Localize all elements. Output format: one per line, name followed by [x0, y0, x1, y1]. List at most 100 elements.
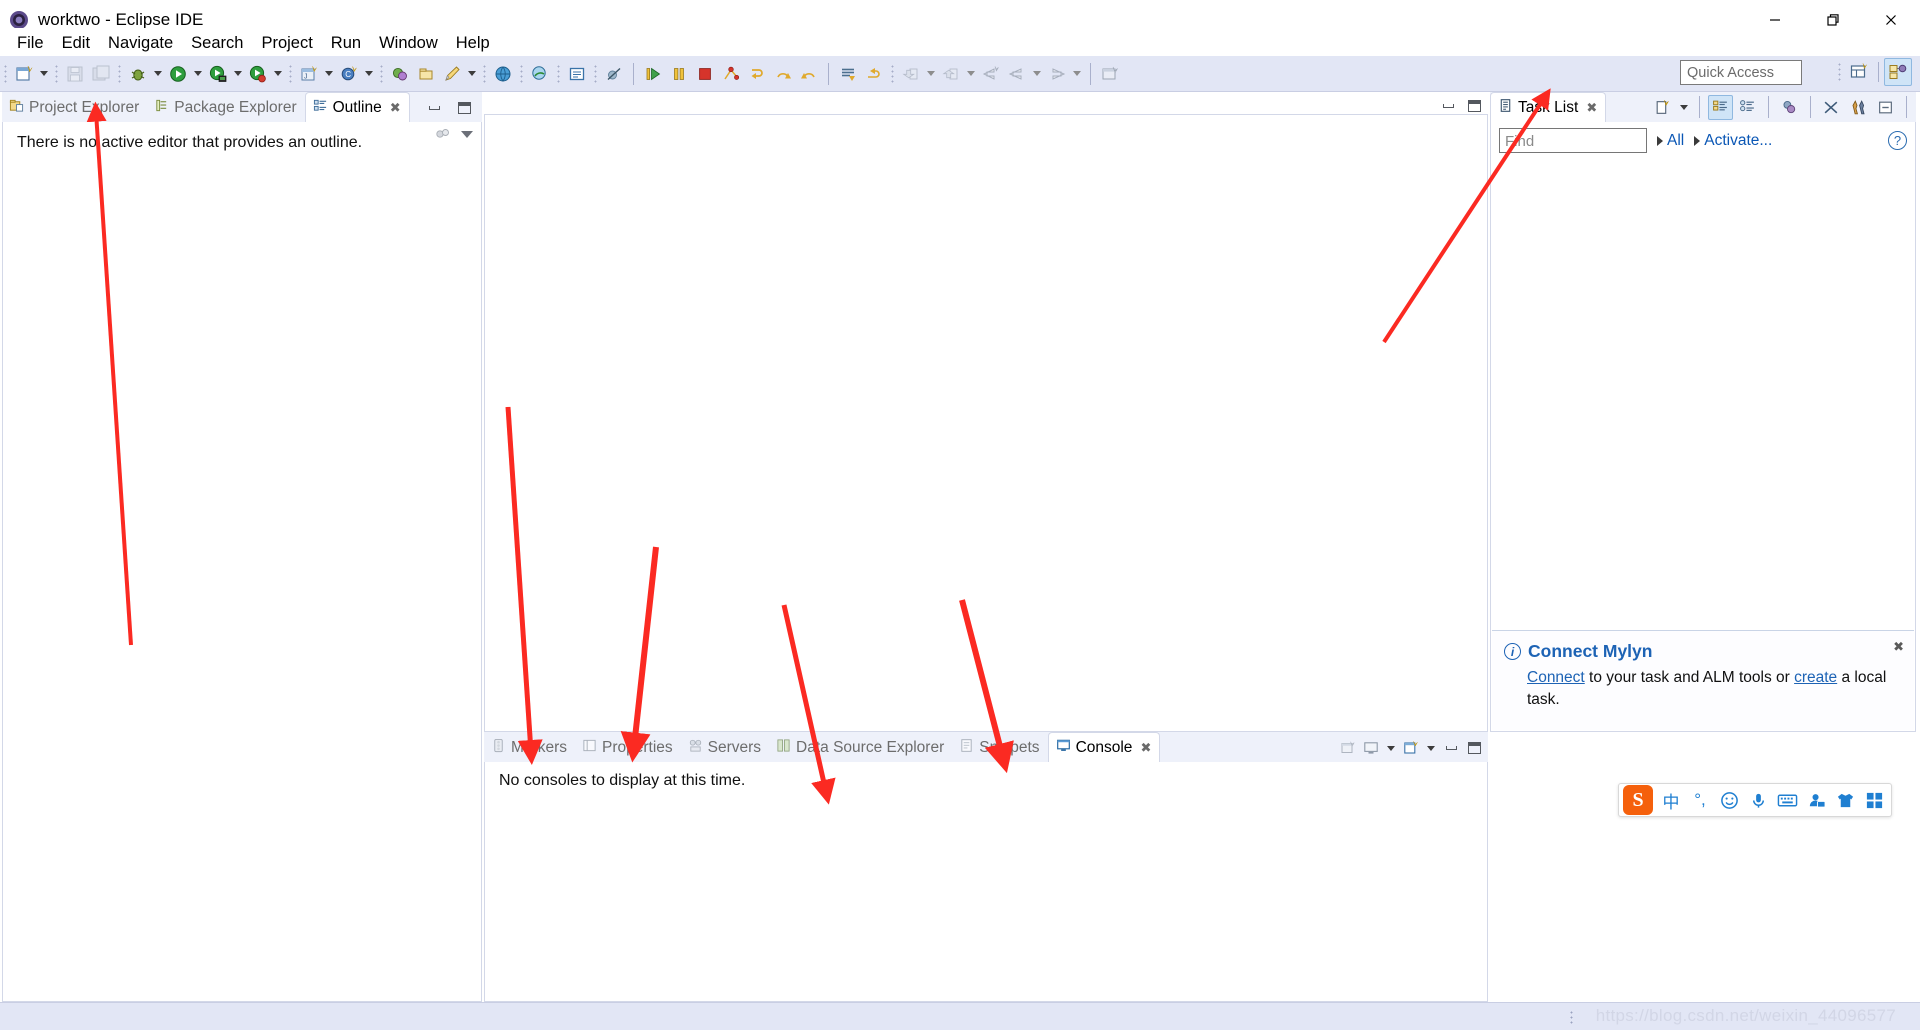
menu-run[interactable]: Run [322, 31, 370, 56]
run-coverage-button[interactable] [245, 61, 271, 87]
user-icon[interactable] [1803, 787, 1829, 813]
resume-button[interactable] [640, 61, 666, 87]
debug-button[interactable] [125, 61, 151, 87]
open-type-button[interactable] [387, 61, 413, 87]
punctuation-mode-icon[interactable]: °, [1687, 787, 1713, 813]
left-maximize-button[interactable] [454, 98, 474, 118]
open-console-icon[interactable] [1401, 738, 1421, 758]
pencil-edit-caret[interactable] [465, 61, 479, 87]
menu-window[interactable]: Window [370, 31, 447, 56]
tab-task-list[interactable]: Task List ✖ [1490, 92, 1607, 122]
link-editor-icon[interactable] [433, 124, 453, 144]
synchronize-icon[interactable] [1819, 95, 1844, 120]
tab-properties[interactable]: Properties [575, 734, 681, 762]
workweek-icon[interactable] [1777, 95, 1802, 120]
task-find-input[interactable]: Find [1499, 128, 1647, 153]
menu-edit[interactable]: Edit [53, 31, 99, 56]
editor-maximize-button[interactable] [1464, 96, 1484, 116]
back-caret[interactable] [1030, 61, 1044, 87]
menu-file[interactable]: File [8, 31, 53, 56]
forward-button[interactable] [1044, 61, 1070, 87]
run-server-caret[interactable] [231, 61, 245, 87]
console-window-button[interactable] [564, 61, 590, 87]
new-task-icon[interactable] [1650, 95, 1675, 120]
status-grip[interactable] [1570, 1010, 1573, 1024]
restore-task-icon[interactable] [1873, 95, 1898, 120]
new-class-caret[interactable] [362, 61, 376, 87]
previous-annotation-button[interactable] [898, 61, 924, 87]
previous-annotation-caret[interactable] [924, 61, 938, 87]
pencil-edit-button[interactable] [439, 61, 465, 87]
last-edit-location-button[interactable] [978, 61, 1004, 87]
scheduled-icon[interactable] [1735, 95, 1760, 120]
emoji-icon[interactable] [1716, 787, 1742, 813]
new-wizard-caret[interactable] [37, 61, 51, 87]
task-refresh-icon[interactable] [1915, 95, 1920, 120]
step-return-button[interactable] [796, 61, 822, 87]
new-wizard-button[interactable] [11, 61, 37, 87]
menu-search[interactable]: Search [182, 31, 252, 56]
soft-keyboard-icon[interactable] [1774, 787, 1800, 813]
tab-console[interactable]: Console ✖ [1047, 732, 1161, 762]
debug-caret[interactable] [151, 61, 165, 87]
tab-package-explorer[interactable]: Package Explorer [147, 94, 304, 122]
editor-minimize-button[interactable] [1438, 96, 1458, 116]
close-icon[interactable]: ✖ [390, 100, 401, 116]
run-coverage-caret[interactable] [271, 61, 285, 87]
pin-editor-button[interactable] [1097, 61, 1123, 87]
next-annotation-button[interactable] [938, 61, 964, 87]
new-task-caret[interactable] [1677, 94, 1691, 120]
toolbox-icon[interactable] [1861, 787, 1887, 813]
console-minimize-button[interactable] [1441, 738, 1461, 758]
back-button[interactable] [1004, 61, 1030, 87]
close-icon[interactable]: ✖ [1140, 740, 1151, 756]
new-package-button[interactable] [413, 61, 439, 87]
suspend-button[interactable] [666, 61, 692, 87]
editor-empty-area[interactable] [484, 114, 1488, 732]
sogou-logo-icon[interactable]: S [1623, 785, 1653, 815]
save-all-button[interactable] [88, 61, 114, 87]
task-filter-activate[interactable]: Activate... [1694, 132, 1772, 150]
console-maximize-button[interactable] [1464, 738, 1484, 758]
left-minimize-button[interactable] [424, 98, 444, 118]
tab-outline[interactable]: Outline ✖ [304, 92, 410, 122]
tab-data-source-explorer[interactable]: Data Source Explorer [769, 734, 952, 762]
menu-project[interactable]: Project [252, 31, 321, 56]
terminate-button[interactable] [692, 61, 718, 87]
mylyn-connect-link[interactable]: Connect [1527, 669, 1585, 686]
globe-button[interactable] [490, 61, 516, 87]
java-ee-perspective-icon[interactable] [1884, 58, 1912, 86]
close-icon[interactable]: ✖ [1586, 100, 1597, 116]
new-java-project-button[interactable]: J [296, 61, 322, 87]
run-server-button[interactable] [205, 61, 231, 87]
search-globe-button[interactable] [527, 61, 553, 87]
disconnect-button[interactable] [718, 61, 744, 87]
tab-snippets[interactable]: Snippets [952, 734, 1047, 762]
display-console-caret[interactable] [1384, 735, 1398, 761]
save-button[interactable] [62, 61, 88, 87]
open-perspective-icon[interactable] [1845, 58, 1873, 86]
language-mode-icon[interactable]: 中 [1658, 787, 1684, 813]
view-menu-triangle-icon[interactable] [457, 124, 477, 144]
new-java-project-caret[interactable] [322, 61, 336, 87]
skip-breakpoints-button[interactable] [601, 61, 627, 87]
pin-console-icon[interactable] [1338, 738, 1358, 758]
categorized-icon[interactable] [1708, 94, 1733, 120]
task-help-icon[interactable]: ? [1888, 131, 1907, 150]
quick-access-input[interactable]: Quick Access [1680, 60, 1802, 85]
new-class-button[interactable]: C [336, 61, 362, 87]
skin-icon[interactable] [1832, 787, 1858, 813]
forward-caret[interactable] [1070, 61, 1084, 87]
step-into-button[interactable] [744, 61, 770, 87]
run-caret[interactable] [191, 61, 205, 87]
task-filter-all[interactable]: All [1657, 132, 1684, 150]
tab-markers[interactable]: Markers [484, 734, 575, 762]
voice-input-icon[interactable] [1745, 787, 1771, 813]
mylyn-create-link[interactable]: create [1794, 669, 1837, 686]
collapse-all-icon[interactable] [1846, 95, 1871, 120]
deactivate-task-button[interactable] [861, 61, 887, 87]
tab-project-explorer[interactable]: Project Explorer [2, 94, 147, 122]
display-console-icon[interactable] [1361, 738, 1381, 758]
tab-servers[interactable]: Servers [681, 734, 769, 762]
next-annotation-caret[interactable] [964, 61, 978, 87]
